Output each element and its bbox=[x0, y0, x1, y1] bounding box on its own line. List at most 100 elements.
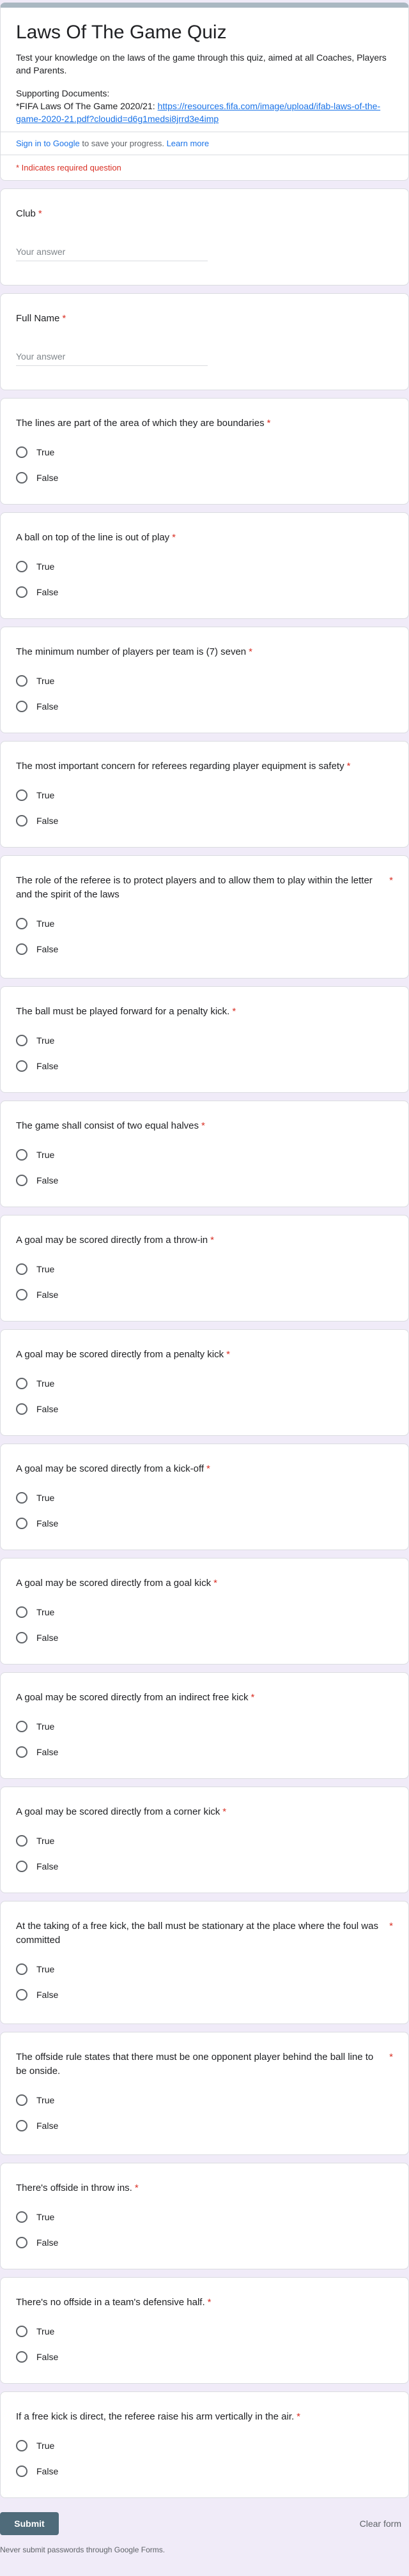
question-card: There's no offside in a team's defensive… bbox=[0, 2277, 409, 2384]
radio-button[interactable] bbox=[16, 918, 27, 929]
radio-option-true[interactable]: True bbox=[16, 1956, 393, 1982]
radio-option-true[interactable]: True bbox=[16, 911, 393, 936]
radio-button[interactable] bbox=[16, 1492, 27, 1504]
radio-option-false[interactable]: False bbox=[16, 2458, 393, 2484]
radio-button[interactable] bbox=[16, 2211, 27, 2223]
radio-option-false[interactable]: False bbox=[16, 808, 393, 834]
radio-button[interactable] bbox=[16, 943, 27, 955]
radio-button[interactable] bbox=[16, 1989, 27, 2001]
radio-option-true[interactable]: True bbox=[16, 668, 393, 694]
radio-option-false[interactable]: False bbox=[16, 465, 393, 491]
radio-label: False bbox=[36, 1990, 59, 2000]
radio-label: True bbox=[36, 1721, 55, 1732]
form-title: Laws Of The Game Quiz bbox=[16, 22, 227, 43]
radio-button[interactable] bbox=[16, 1149, 27, 1161]
supporting-prefix: *FIFA Laws Of The Game 2020/21: bbox=[16, 101, 158, 111]
radio-button[interactable] bbox=[16, 1035, 27, 1046]
radio-option-false[interactable]: False bbox=[16, 1396, 393, 1422]
radio-option-false[interactable]: False bbox=[16, 1625, 393, 1650]
radio-option-true[interactable]: True bbox=[16, 1485, 393, 1511]
radio-button[interactable] bbox=[16, 2351, 27, 2363]
radio-label: False bbox=[36, 587, 59, 597]
radio-option-true[interactable]: True bbox=[16, 1142, 393, 1168]
radio-option-false[interactable]: False bbox=[16, 2230, 393, 2255]
radio-group: True False bbox=[16, 2433, 393, 2484]
radio-button[interactable] bbox=[16, 1632, 27, 1643]
radio-option-false[interactable]: False bbox=[16, 1282, 393, 1307]
required-star: * bbox=[297, 2411, 301, 2422]
radio-label: False bbox=[36, 1861, 59, 1871]
radio-button[interactable] bbox=[16, 1963, 27, 1975]
question-card: A goal may be scored directly from a pen… bbox=[0, 1329, 409, 1436]
radio-option-true[interactable]: True bbox=[16, 2087, 393, 2113]
radio-button[interactable] bbox=[16, 1175, 27, 1186]
radio-button[interactable] bbox=[16, 701, 27, 712]
radio-label: True bbox=[36, 1607, 55, 1617]
radio-option-true[interactable]: True bbox=[16, 1028, 393, 1053]
radio-option-true[interactable]: True bbox=[16, 1599, 393, 1625]
radio-option-false[interactable]: False bbox=[16, 1053, 393, 1079]
radio-option-true[interactable]: True bbox=[16, 2433, 393, 2458]
radio-button[interactable] bbox=[16, 586, 27, 598]
radio-option-true[interactable]: True bbox=[16, 782, 393, 808]
radio-option-true[interactable]: True bbox=[16, 1828, 393, 1854]
question-card: The role of the referee is to protect pl… bbox=[0, 855, 409, 979]
radio-option-true[interactable]: True bbox=[16, 554, 393, 579]
radio-option-true[interactable]: True bbox=[16, 2204, 393, 2230]
radio-button[interactable] bbox=[16, 1289, 27, 1300]
radio-option-false[interactable]: False bbox=[16, 2344, 393, 2370]
radio-label: True bbox=[36, 1035, 55, 1046]
radio-button[interactable] bbox=[16, 2465, 27, 2477]
radio-option-false[interactable]: False bbox=[16, 1854, 393, 1879]
signin-link[interactable]: Sign in to Google bbox=[16, 139, 80, 148]
radio-button[interactable] bbox=[16, 789, 27, 801]
radio-option-false[interactable]: False bbox=[16, 936, 393, 962]
submit-button[interactable]: Submit bbox=[0, 2512, 59, 2535]
radio-button[interactable] bbox=[16, 1606, 27, 1618]
radio-option-true[interactable]: True bbox=[16, 1371, 393, 1396]
question-card: If a free kick is direct, the referee ra… bbox=[0, 2391, 409, 2498]
radio-button[interactable] bbox=[16, 472, 27, 484]
club-input[interactable] bbox=[16, 243, 208, 261]
radio-label: True bbox=[36, 447, 55, 457]
radio-option-false[interactable]: False bbox=[16, 1739, 393, 1765]
question-card: The lines are part of the area of which … bbox=[0, 398, 409, 505]
question-label: The lines are part of the area of which … bbox=[16, 418, 271, 429]
radio-option-false[interactable]: False bbox=[16, 579, 393, 605]
clear-form-button[interactable]: Clear form bbox=[360, 2519, 401, 2529]
radio-button[interactable] bbox=[16, 1518, 27, 1529]
radio-option-true[interactable]: True bbox=[16, 1714, 393, 1739]
radio-option-false[interactable]: False bbox=[16, 1168, 393, 1193]
radio-button[interactable] bbox=[16, 675, 27, 687]
radio-option-true[interactable]: True bbox=[16, 2319, 393, 2344]
radio-button[interactable] bbox=[16, 2094, 27, 2106]
radio-button[interactable] bbox=[16, 1746, 27, 1758]
radio-group: True False bbox=[16, 1371, 393, 1422]
radio-button[interactable] bbox=[16, 1060, 27, 1072]
radio-button[interactable] bbox=[16, 2120, 27, 2131]
radio-option-false[interactable]: False bbox=[16, 1982, 393, 2008]
question-label: The minimum number of players per team i… bbox=[16, 646, 252, 657]
full-name-input[interactable] bbox=[16, 347, 208, 366]
radio-button[interactable] bbox=[16, 2326, 27, 2337]
supporting-line: *FIFA Laws Of The Game 2020/21: https://… bbox=[16, 100, 393, 125]
radio-option-false[interactable]: False bbox=[16, 2113, 393, 2138]
radio-option-false[interactable]: False bbox=[16, 694, 393, 719]
radio-button[interactable] bbox=[16, 561, 27, 572]
radio-button[interactable] bbox=[16, 815, 27, 827]
radio-button[interactable] bbox=[16, 1378, 27, 1389]
radio-button[interactable] bbox=[16, 2440, 27, 2451]
radio-button[interactable] bbox=[16, 1263, 27, 1275]
radio-button[interactable] bbox=[16, 1721, 27, 1732]
radio-option-false[interactable]: False bbox=[16, 1511, 393, 1536]
radio-button[interactable] bbox=[16, 1403, 27, 1415]
radio-button[interactable] bbox=[16, 446, 27, 458]
radio-label: True bbox=[36, 561, 55, 572]
radio-button[interactable] bbox=[16, 1861, 27, 1872]
question-label: The role of the referee is to protect pl… bbox=[16, 875, 393, 900]
learn-more-link[interactable]: Learn more bbox=[167, 139, 209, 148]
radio-button[interactable] bbox=[16, 2237, 27, 2248]
radio-option-true[interactable]: True bbox=[16, 439, 393, 465]
radio-button[interactable] bbox=[16, 1835, 27, 1847]
radio-option-true[interactable]: True bbox=[16, 1256, 393, 1282]
